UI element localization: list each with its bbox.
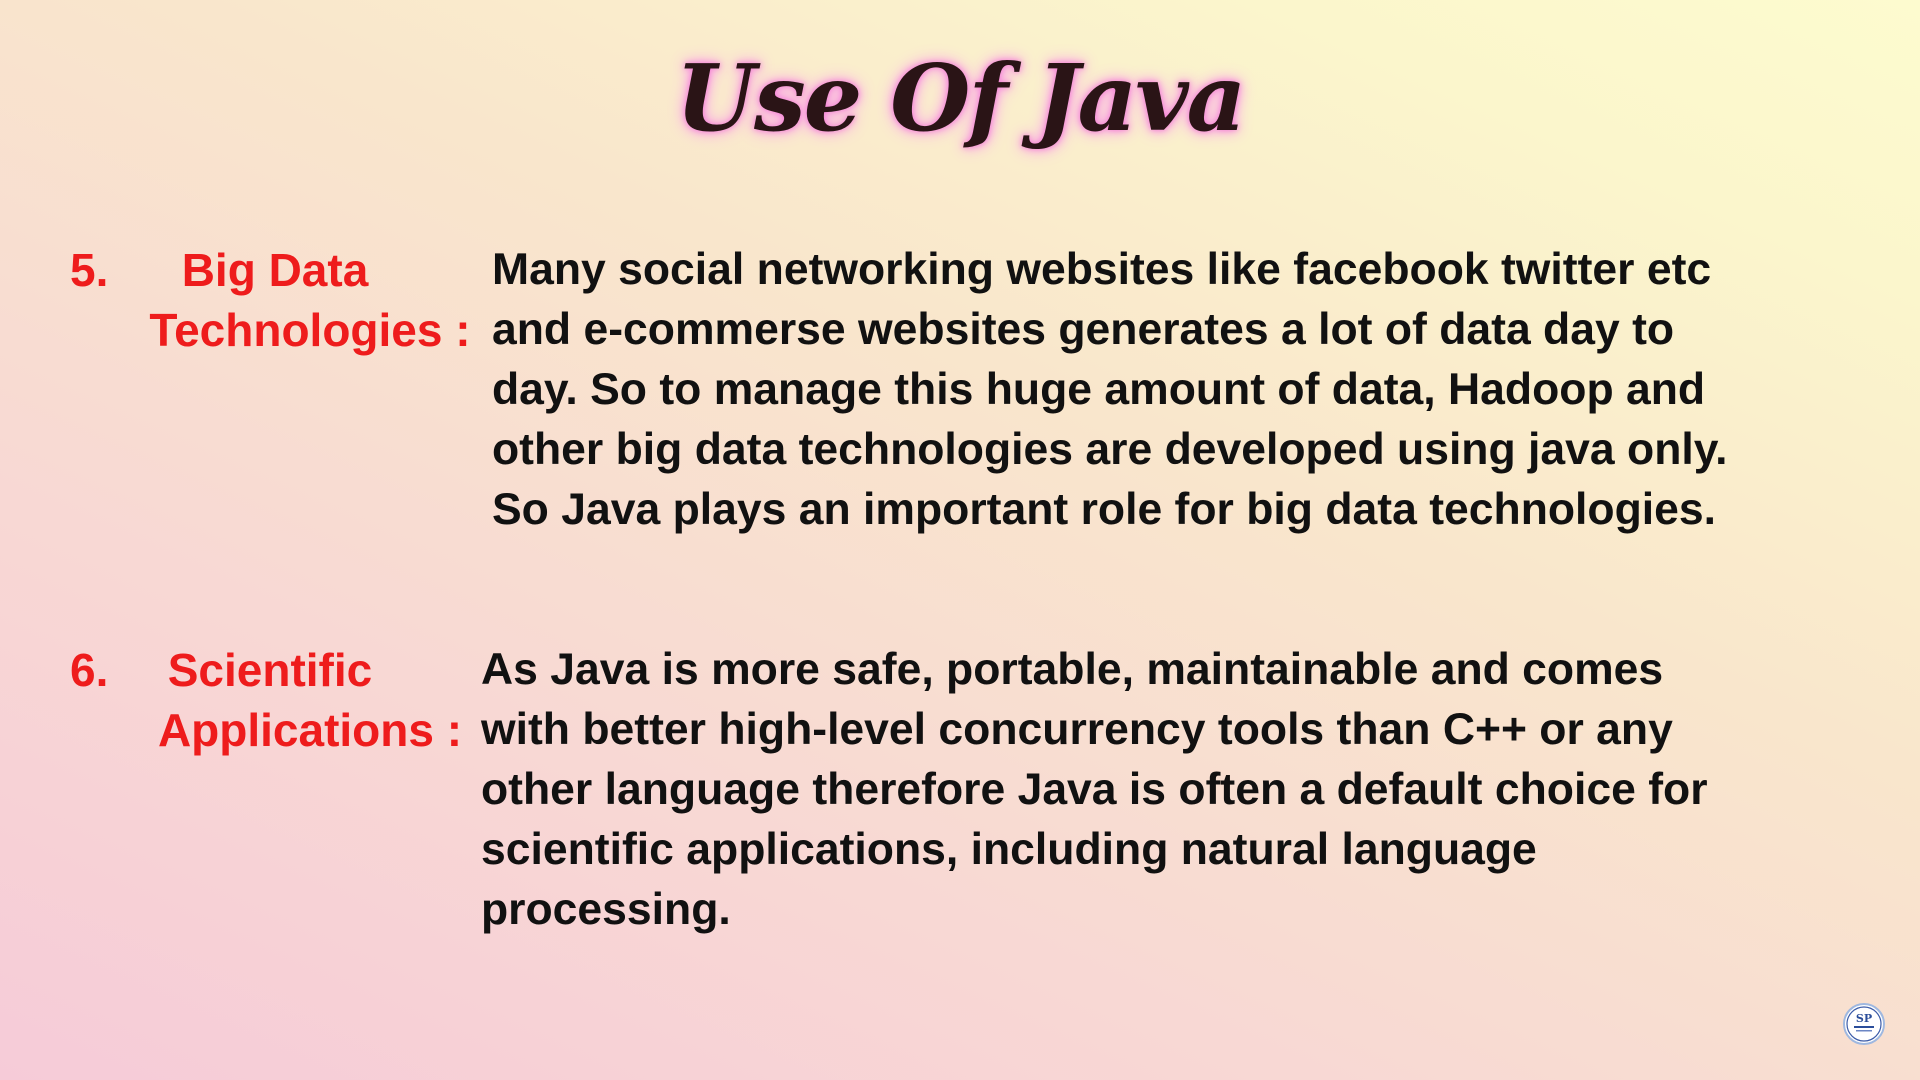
description-line: with better high-level concurrency tools…	[481, 705, 1673, 754]
description-line: As Java is more safe, portable, maintain…	[481, 645, 1664, 694]
description-line: and e-commerse websites generates a lot …	[492, 305, 1675, 354]
svg-text:SP: SP	[1856, 1012, 1872, 1025]
description-line: processing.	[481, 885, 731, 934]
item-label: Big Data Technologies :	[120, 240, 480, 360]
item-label: Scientific Applications :	[120, 640, 480, 760]
description-line: other big data technologies are develope…	[492, 425, 1728, 474]
item-label-line: Big Data	[181, 244, 369, 296]
description-line: So Java plays an important role for big …	[492, 485, 1717, 534]
item-description: Many social networking websites like fac…	[492, 240, 1728, 540]
item-label-line: Applications :	[157, 704, 463, 756]
item-description: As Java is more safe, portable, maintain…	[481, 640, 1708, 940]
slide-title: Use Of Java	[675, 44, 1247, 152]
smart-programming-logo-icon: SP	[1843, 1003, 1885, 1045]
item-label-line: Technologies :	[149, 304, 471, 356]
item-label-line: Scientific	[167, 644, 373, 696]
description-line: scientific applications, including natur…	[481, 825, 1537, 874]
description-line: day. So to manage this huge amount of da…	[492, 365, 1706, 414]
description-line: other language therefore Java is often a…	[481, 765, 1708, 814]
description-line: Many social networking websites like fac…	[492, 245, 1712, 294]
